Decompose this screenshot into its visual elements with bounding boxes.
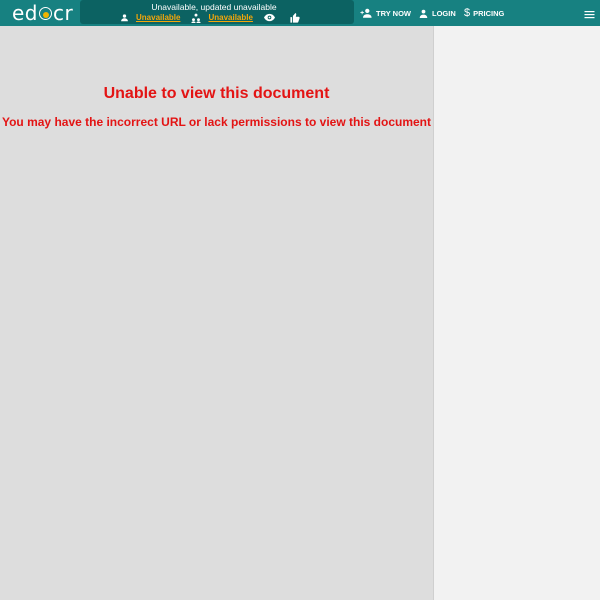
person-icon xyxy=(419,9,428,18)
error-title: Unable to view this document xyxy=(103,85,330,102)
login-label: LOGIN xyxy=(432,8,456,18)
try-now-button[interactable]: TRY NOW xyxy=(360,6,411,20)
edocr-logo[interactable]: ed cr xyxy=(12,1,73,25)
person-add-icon xyxy=(360,8,372,18)
document-info-panel: Unavailable, updated unavailable Unavail… xyxy=(80,0,354,24)
owner-link[interactable]: Unavailable xyxy=(136,13,180,22)
hamburger-menu-icon[interactable] xyxy=(584,7,595,19)
group-link[interactable]: Unavailable xyxy=(208,13,252,22)
document-viewer: Unable to view this document You may hav… xyxy=(0,26,433,600)
dollar-icon: $ xyxy=(464,7,471,19)
logo-text-right: cr xyxy=(53,1,74,25)
sidebar xyxy=(433,26,600,600)
group-icon xyxy=(191,13,202,23)
document-meta-row: Unavailable Unavailable xyxy=(120,12,300,23)
top-bar: ed cr Unavailable, updated unavailable U… xyxy=(0,0,600,26)
error-message: You may have the incorrect URL or lack p… xyxy=(1,115,431,129)
person-icon xyxy=(120,13,129,22)
try-now-label: TRY NOW xyxy=(376,8,411,18)
eye-icon xyxy=(263,13,275,22)
document-status: Unavailable, updated unavailable xyxy=(151,2,277,12)
pricing-label: PRICING xyxy=(473,8,505,18)
thumbs-up-icon[interactable] xyxy=(290,12,300,23)
pricing-button[interactable]: $ PRICING xyxy=(464,6,504,20)
logo-text-left: ed xyxy=(12,1,38,25)
login-button[interactable]: LOGIN xyxy=(419,6,456,20)
logo-o-icon xyxy=(39,6,52,20)
